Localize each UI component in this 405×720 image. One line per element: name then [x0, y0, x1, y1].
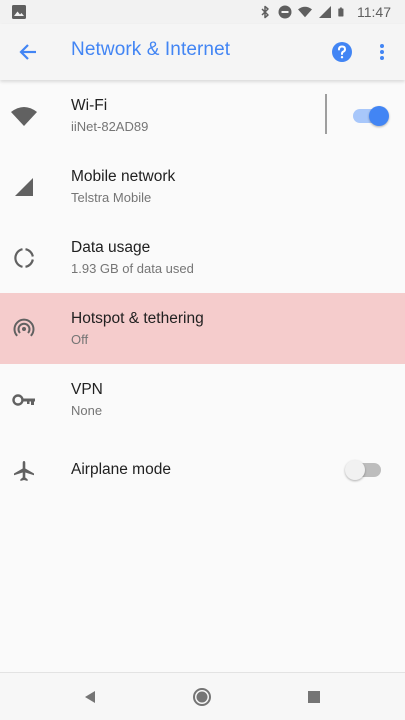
back-triangle-icon — [85, 691, 95, 703]
setting-title: Wi-Fi — [71, 97, 108, 114]
setting-data-usage[interactable]: Data usage 1.93 GB of data used — [0, 222, 405, 293]
back-button[interactable] — [8, 32, 48, 72]
nav-back-button[interactable] — [70, 681, 110, 713]
setting-title: VPN — [71, 381, 103, 398]
bluetooth-icon — [261, 5, 269, 19]
data-usage-icon — [11, 245, 37, 271]
setting-mobile-network[interactable]: Mobile network Telstra Mobile — [0, 151, 405, 222]
more-vert-icon — [380, 44, 384, 60]
setting-subtitle: None — [71, 403, 103, 418]
battery-icon — [338, 7, 344, 17]
app-bar: Network & Internet — [0, 24, 405, 80]
image-icon — [12, 5, 26, 19]
help-icon — [332, 42, 352, 62]
wifi-toggle[interactable] — [353, 106, 389, 126]
divider — [325, 94, 327, 134]
setting-title: Data usage — [71, 239, 151, 256]
setting-title: Hotspot & tethering — [71, 310, 204, 327]
screen: 11:47 Network & Internet Wi-Fi iiNet-82A… — [0, 0, 405, 720]
setting-subtitle: iiNet-82AD89 — [71, 119, 149, 134]
cell-signal-icon — [319, 6, 331, 18]
setting-subtitle: Telstra Mobile — [71, 190, 152, 205]
vpn-key-icon — [11, 387, 37, 413]
setting-title: Mobile network — [71, 168, 176, 185]
setting-subtitle: 1.93 GB of data used — [71, 261, 194, 276]
wifi-icon — [298, 6, 312, 18]
setting-vpn[interactable]: VPN None — [0, 364, 405, 435]
toggle-knob — [345, 460, 365, 480]
cell-signal-icon — [11, 174, 37, 200]
more-options-button[interactable] — [366, 32, 398, 72]
setting-hotspot-tethering[interactable]: Hotspot & tethering Off — [0, 293, 405, 364]
arrow-back-icon — [19, 44, 36, 60]
toggle-knob — [369, 106, 389, 126]
recents-square-icon — [308, 691, 320, 703]
wifi-icon — [11, 103, 37, 129]
setting-subtitle: Off — [71, 332, 89, 347]
setting-wifi[interactable]: Wi-Fi iiNet-82AD89 — [0, 80, 405, 151]
page-title: Network & Internet — [71, 39, 231, 60]
status-time: 11:47 — [357, 4, 391, 20]
dnd-icon — [278, 5, 292, 19]
hotspot-icon — [11, 316, 37, 342]
setting-title: Airplane mode — [71, 461, 171, 478]
help-button[interactable] — [322, 32, 362, 72]
airplane-mode-toggle[interactable] — [345, 460, 381, 480]
setting-airplane-mode[interactable]: Airplane mode — [0, 435, 405, 506]
status-bar: 11:47 — [0, 0, 405, 24]
navigation-bar — [0, 672, 405, 720]
home-circle-icon — [193, 688, 211, 706]
nav-home-button[interactable] — [182, 681, 222, 713]
settings-list: Wi-Fi iiNet-82AD89 Mobile network Telstr… — [0, 80, 405, 506]
airplane-icon — [11, 458, 37, 484]
nav-recents-button[interactable] — [294, 681, 334, 713]
